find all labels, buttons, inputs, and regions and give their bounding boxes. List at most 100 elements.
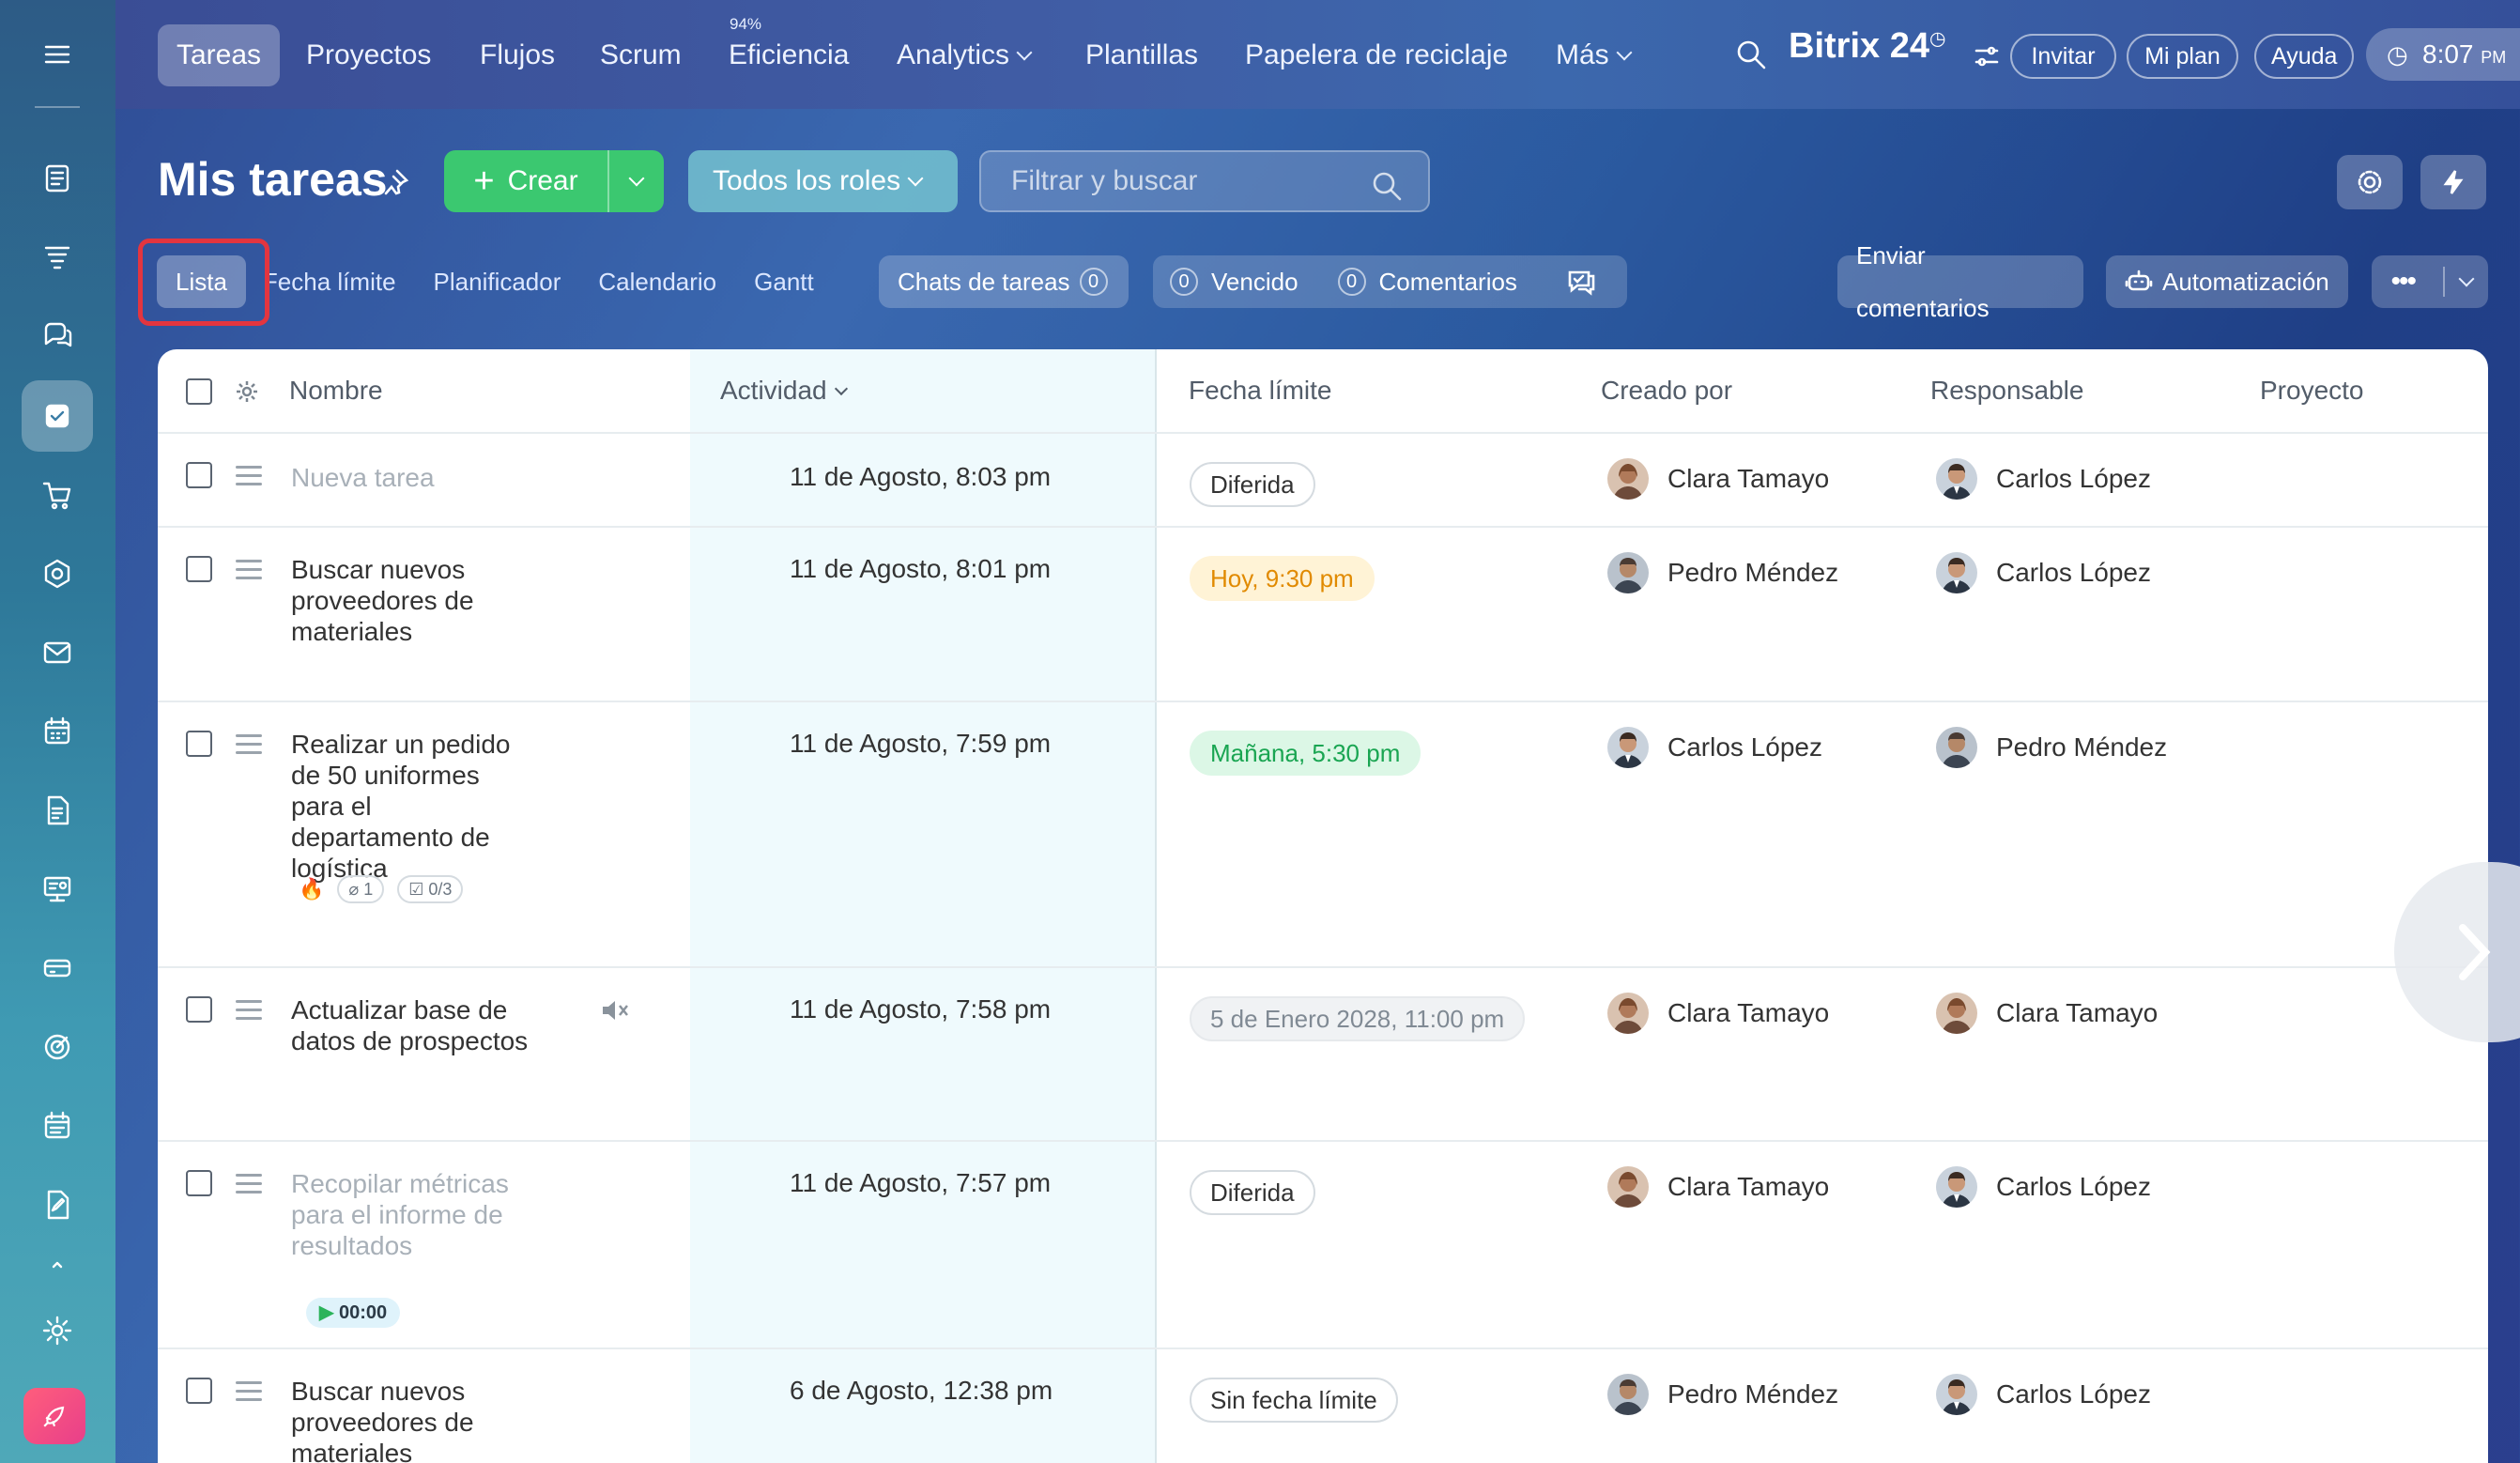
- create-main[interactable]: + Crear: [444, 150, 609, 212]
- drag-handle-icon[interactable]: [236, 560, 262, 585]
- timetable-icon[interactable]: [22, 1090, 93, 1162]
- nav-tab-more[interactable]: Más: [1537, 24, 1649, 86]
- roles-filter-button[interactable]: Todos los roles: [688, 150, 958, 212]
- mail-icon[interactable]: [22, 617, 93, 688]
- drag-handle-icon[interactable]: [236, 466, 262, 491]
- responsible[interactable]: Clara Tamayo: [1936, 993, 2158, 1034]
- cart-icon[interactable]: [22, 459, 93, 531]
- deadline-badge[interactable]: 5 de Enero 2028, 11:00 pm: [1190, 996, 1526, 1041]
- documents-icon[interactable]: [22, 775, 93, 846]
- creator[interactable]: Pedro Méndez: [1607, 1374, 1838, 1415]
- tasks-icon[interactable]: [22, 380, 93, 452]
- sign-icon[interactable]: [22, 1169, 93, 1240]
- search-input[interactable]: Filtrar y buscar: [979, 150, 1430, 212]
- deadline-badge[interactable]: Diferida: [1190, 1170, 1315, 1215]
- send-feedback-button[interactable]: Enviar comentarios: [1837, 241, 2083, 322]
- view-tab-deadline[interactable]: Fecha límite: [246, 255, 415, 308]
- column-settings-icon[interactable]: [233, 377, 261, 410]
- nav-tab-scrum[interactable]: Scrum: [581, 24, 700, 86]
- task-name[interactable]: Buscar nuevos proveedores de materiales: [291, 554, 535, 647]
- invite-button[interactable]: Invitar: [2010, 34, 2116, 79]
- deadline-badge[interactable]: Mañana, 5:30 pm: [1190, 731, 1421, 776]
- row-checkbox[interactable]: [186, 1378, 212, 1404]
- drag-handle-icon[interactable]: [236, 1000, 262, 1025]
- column-responsible[interactable]: Responsable: [1930, 376, 2083, 406]
- goals-icon[interactable]: [22, 1011, 93, 1083]
- my-plan-button[interactable]: Mi plan: [2127, 34, 2238, 79]
- nav-tab-templates[interactable]: Plantillas: [1067, 24, 1217, 86]
- checklist-pill[interactable]: ☑ 0/3: [397, 875, 464, 903]
- deadline-badge[interactable]: Diferida: [1190, 462, 1315, 507]
- settings-icon[interactable]: [22, 1295, 93, 1366]
- create-button[interactable]: + Crear: [444, 150, 664, 212]
- nav-tab-efficiency[interactable]: Eficiencia: [710, 24, 868, 86]
- rocket-icon[interactable]: [23, 1388, 85, 1444]
- table-row[interactable]: Buscar nuevos proveedores de materiales …: [158, 528, 2488, 702]
- responsible[interactable]: Pedro Méndez: [1936, 727, 2167, 768]
- comments-label[interactable]: Comentarios: [1379, 255, 1517, 308]
- row-checkbox[interactable]: [186, 556, 212, 582]
- nav-tab-projects[interactable]: Proyectos: [287, 24, 450, 86]
- select-all-checkbox[interactable]: [186, 378, 212, 405]
- column-deadline[interactable]: Fecha límite: [1189, 376, 1332, 406]
- feed-icon[interactable]: [22, 143, 93, 214]
- overdue-label[interactable]: Vencido: [1211, 255, 1298, 308]
- column-project[interactable]: Proyecto: [2260, 376, 2364, 406]
- sites-icon[interactable]: [22, 538, 93, 609]
- filters-icon[interactable]: [1972, 41, 2002, 76]
- creator[interactable]: Pedro Méndez: [1607, 552, 1838, 593]
- deadline-badge[interactable]: Sin fecha límite: [1190, 1378, 1398, 1423]
- responsible[interactable]: Carlos López: [1936, 1374, 2151, 1415]
- booking-icon[interactable]: [22, 932, 93, 1004]
- nav-tab-flows[interactable]: Flujos: [461, 24, 574, 86]
- responsible[interactable]: Carlos López: [1936, 1166, 2151, 1208]
- crm-funnel-icon[interactable]: [22, 222, 93, 293]
- creator[interactable]: Clara Tamayo: [1607, 458, 1829, 500]
- collapse-chevron-icon[interactable]: [22, 1249, 93, 1277]
- task-name[interactable]: Realizar un pedido de 50 uniformes para …: [291, 729, 535, 884]
- column-name[interactable]: Nombre: [289, 376, 383, 406]
- lightning-button[interactable]: [2420, 155, 2486, 209]
- row-checkbox[interactable]: [186, 996, 212, 1023]
- table-row[interactable]: Actualizar base de datos de prospectos 1…: [158, 968, 2488, 1142]
- chat-icon[interactable]: [22, 300, 93, 372]
- deadline-badge[interactable]: Hoy, 9:30 pm: [1190, 556, 1375, 601]
- view-tab-gantt[interactable]: Gantt: [735, 255, 833, 308]
- create-dropdown-toggle[interactable]: [609, 150, 664, 212]
- trainings-icon[interactable]: [22, 854, 93, 925]
- table-row[interactable]: Recopilar métricas para el informe de re…: [158, 1142, 2488, 1349]
- view-tab-calendar[interactable]: Calendario: [579, 255, 735, 308]
- muted-icon[interactable]: [599, 996, 631, 1029]
- row-checkbox[interactable]: [186, 462, 212, 488]
- row-checkbox[interactable]: [186, 731, 212, 757]
- table-row[interactable]: Nueva tarea 11 de Agosto, 8:03 pm Diferi…: [158, 434, 2488, 528]
- responsible[interactable]: Carlos López: [1936, 552, 2151, 593]
- nav-tab-recycle-bin[interactable]: Papelera de reciclaje: [1226, 24, 1527, 86]
- attachments-pill[interactable]: ⌀ 1: [337, 875, 385, 903]
- pin-icon[interactable]: [380, 167, 410, 202]
- column-activity[interactable]: Actividad: [720, 376, 848, 406]
- creator[interactable]: Clara Tamayo: [1607, 993, 1829, 1034]
- search-icon[interactable]: [1734, 38, 1768, 76]
- time-tracker[interactable]: ▶ 00:00: [306, 1298, 401, 1328]
- column-created-by[interactable]: Creado por: [1601, 376, 1732, 406]
- creator[interactable]: Carlos López: [1607, 727, 1822, 768]
- automation-button[interactable]: Automatización: [2106, 255, 2348, 308]
- responsible[interactable]: Carlos López: [1936, 458, 2151, 500]
- read-all-comments-icon[interactable]: [1564, 265, 1598, 299]
- task-name[interactable]: Recopilar métricas para el informe de re…: [291, 1168, 535, 1261]
- task-name[interactable]: Nueva tarea: [291, 462, 535, 493]
- drag-handle-icon[interactable]: [236, 1381, 262, 1407]
- drag-handle-icon[interactable]: [236, 1174, 262, 1199]
- row-checkbox[interactable]: [186, 1170, 212, 1196]
- view-tab-planner[interactable]: Planificador: [415, 255, 580, 308]
- table-row[interactable]: Realizar un pedido de 50 uniformes para …: [158, 702, 2488, 968]
- drag-handle-icon[interactable]: [236, 734, 262, 760]
- settings-gear-button[interactable]: [2337, 155, 2403, 209]
- nav-tab-tasks[interactable]: Tareas: [158, 24, 281, 86]
- task-name[interactable]: Actualizar base de datos de prospectos: [291, 994, 535, 1056]
- clock-widget[interactable]: ◷ 8:07 PM: [2366, 28, 2520, 81]
- more-actions-button[interactable]: •••: [2372, 255, 2488, 308]
- task-chats-button[interactable]: Chats de tareas 0: [879, 255, 1129, 308]
- task-name[interactable]: Buscar nuevos proveedores de materiales: [291, 1376, 535, 1463]
